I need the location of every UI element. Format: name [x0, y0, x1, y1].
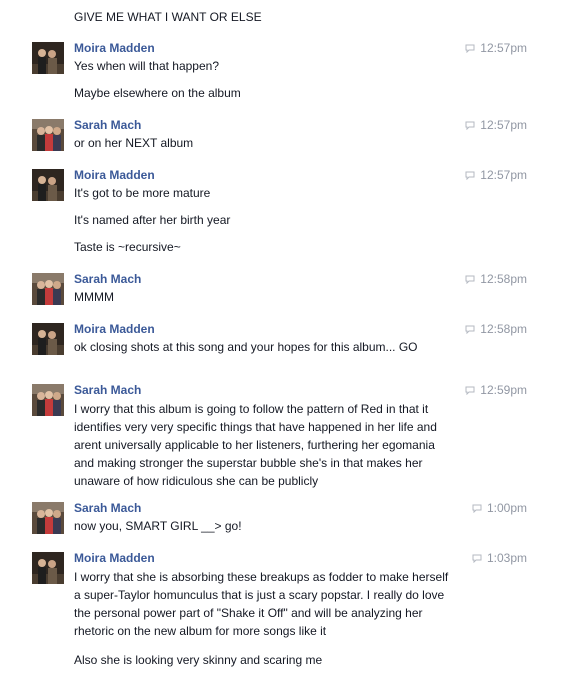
message-body: now you, SMART GIRL __> go! [74, 518, 450, 534]
message-text: MMMM [74, 290, 114, 304]
message-body: It's got to be more mature It's named aft… [74, 185, 450, 255]
timestamp: 12:57pm [465, 117, 527, 133]
message-line: GIVE ME WHAT I WANT OR ELSE [74, 10, 262, 24]
timestamp: 12:57pm [465, 167, 527, 183]
sender-name[interactable]: Sarah Mach [74, 382, 141, 398]
sender-name[interactable]: Moira Madden [74, 167, 155, 183]
message-text: It's named after her birth year [74, 213, 231, 227]
sender-name[interactable]: Moira Madden [74, 550, 155, 566]
message-body: I worry that she is absorbing these brea… [74, 568, 450, 669]
moira-avatar[interactable] [32, 323, 64, 355]
message-text: or on her NEXT album [74, 136, 194, 150]
message-text: Also she is looking very skinny and scar… [74, 653, 323, 667]
chat-transcript: GIVE ME WHAT I WANT OR ELSE Moira Madden… [0, 0, 563, 675]
chat-bubble-icon [465, 386, 480, 395]
chat-bubble-icon [472, 554, 487, 563]
timestamp-text: 1:00pm [486, 501, 527, 515]
timestamp: 12:58pm [465, 271, 527, 287]
timestamp: 12:58pm [465, 321, 527, 337]
chat-bubble-icon [465, 44, 480, 53]
message-text: ok closing shots at this song and your h… [74, 340, 418, 354]
timestamp-text: 12:58pm [480, 272, 527, 286]
chat-bubble-icon [465, 171, 480, 180]
message-text: Yes when will that happen? [74, 59, 219, 73]
timestamp-text: 12:57pm [480, 41, 527, 55]
message-text: Taste is ~recursive~ [74, 240, 181, 254]
message-body: or on her NEXT album [74, 135, 450, 151]
timestamp-text: 1:03pm [486, 551, 527, 565]
message-text: It's got to be more mature [74, 186, 211, 200]
message-body: ok closing shots at this song and your h… [74, 339, 450, 355]
message-body: MMMM [74, 289, 450, 305]
moira-avatar[interactable] [32, 169, 64, 201]
sarah-avatar[interactable] [32, 502, 64, 534]
chat-bubble-icon [465, 275, 480, 284]
timestamp-text: 12:57pm [480, 168, 527, 182]
sarah-avatar[interactable] [32, 119, 64, 151]
sender-name[interactable]: Sarah Mach [74, 117, 141, 133]
chat-bubble-icon [465, 325, 480, 334]
timestamp-text: 12:58pm [480, 322, 527, 336]
message-body: Yes when will that happen? Maybe elsewher… [74, 58, 450, 101]
sarah-avatar[interactable] [32, 384, 64, 416]
sender-name[interactable]: Moira Madden [74, 321, 155, 337]
message-text: Maybe elsewhere on the album [74, 86, 241, 100]
timestamp: 12:57pm [465, 40, 527, 56]
message-text: now you, SMART GIRL __> go! [74, 519, 242, 533]
moira-avatar[interactable] [32, 552, 64, 584]
timestamp: 1:03pm [472, 550, 527, 566]
timestamp-text: 12:57pm [480, 118, 527, 132]
sender-name[interactable]: Sarah Mach [74, 271, 141, 287]
moira-avatar[interactable] [32, 42, 64, 74]
message-text: I worry that this album is going to foll… [74, 402, 437, 488]
message-text: I worry that she is absorbing these brea… [74, 570, 449, 638]
chat-bubble-icon [465, 121, 480, 130]
timestamp-text: 12:59pm [480, 383, 527, 397]
chat-bubble-icon [472, 504, 487, 513]
sarah-avatar[interactable] [32, 273, 64, 305]
sender-name[interactable]: Sarah Mach [74, 500, 141, 516]
timestamp: 12:59pm [465, 382, 527, 398]
timestamp: 1:00pm [472, 500, 527, 516]
message-body: I worry that this album is going to foll… [74, 400, 450, 490]
sender-name[interactable]: Moira Madden [74, 40, 155, 56]
